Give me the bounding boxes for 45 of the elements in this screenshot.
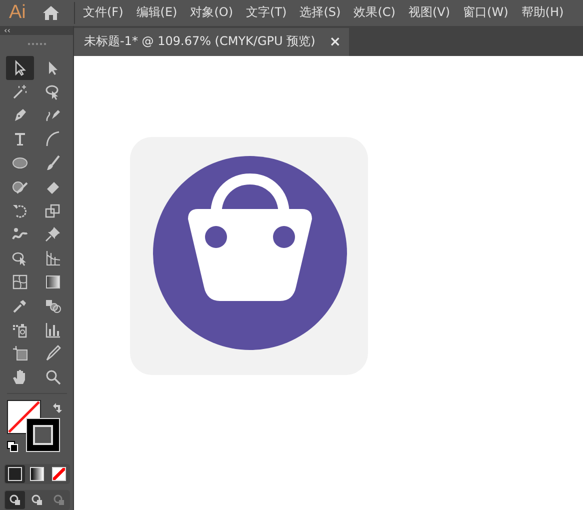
menu-item[interactable]: 视图(V) [408,4,450,22]
shape-builder-icon [12,250,28,266]
menu-item[interactable]: 效果(C) [354,4,396,22]
bar-chart-icon [45,322,61,338]
menu-item[interactable]: 窗口(W) [463,4,508,22]
gradient-swatch-icon [45,274,61,290]
document-title: 未标题-1* @ 109.67% (CMYK/GPU 预览) [84,33,316,50]
spray-can-icon [12,322,28,338]
app-logo[interactable]: Ai [9,2,37,24]
scale-icon [45,202,61,219]
menu-item[interactable]: 帮助(H) [521,4,564,22]
fill-stroke-swatch[interactable] [6,400,60,452]
lasso-icon [45,84,61,100]
warp-icon [12,226,28,242]
perspective-grid-icon [45,250,61,266]
ellipse-icon [12,154,28,171]
collapse-button[interactable]: ‹‹ [4,26,10,35]
artboard-icon [12,345,28,362]
pen-nib-icon [12,107,28,124]
default-colors-icon[interactable] [6,441,18,452]
menu-item[interactable]: 文字(T) [246,4,287,22]
knife-icon [45,345,61,362]
pushpin-icon [45,226,61,242]
menu-item[interactable]: 编辑(E) [136,4,178,22]
close-button[interactable]: × [329,34,341,50]
mesh-icon [12,274,28,290]
hand-icon [12,369,28,386]
type-icon [12,131,28,148]
color-mode-button[interactable] [4,465,24,483]
draw-normal-button[interactable] [4,491,24,509]
blend-icon [45,298,61,314]
menu-item[interactable]: 对象(O) [190,4,234,22]
magnifier-icon [45,369,61,386]
home-icon[interactable] [42,4,60,21]
menu-item[interactable]: 文件(F) [83,4,124,22]
magic-wand-icon [12,84,28,100]
tool-button[interactable] [6,56,34,80]
arc-icon [45,131,61,148]
rotate-icon [12,202,28,219]
menu-item[interactable]: 选择(S) [300,4,341,22]
curve-pen-icon [45,107,61,124]
paintbrush-icon [45,154,61,171]
swap-arrow-icon[interactable] [50,402,62,414]
eyedropper-icon [12,298,28,314]
document-tab[interactable]: 未标题-1* @ 109.67% (CMYK/GPU 预览) × [74,28,349,56]
